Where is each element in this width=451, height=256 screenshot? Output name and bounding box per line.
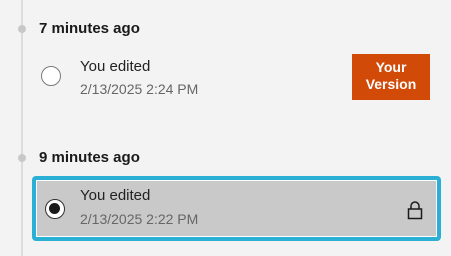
version-row-selected[interactable]: You edited 2/13/2025 2:22 PM bbox=[32, 176, 441, 241]
badge-line-1: Your bbox=[375, 59, 407, 75]
lock-icon[interactable] bbox=[405, 200, 425, 220]
timeline-dot bbox=[18, 25, 26, 33]
version-date: 2/13/2025 2:22 PM bbox=[80, 211, 199, 227]
version-radio-checked[interactable] bbox=[45, 199, 65, 219]
version-history-panel: 7 minutes ago You edited 2/13/2025 2:24 … bbox=[0, 0, 451, 256]
version-date: 2/13/2025 2:24 PM bbox=[80, 81, 199, 97]
timeline-line bbox=[21, 0, 23, 256]
your-version-badge: Your Version bbox=[352, 54, 430, 100]
version-title: You edited bbox=[80, 187, 151, 204]
group-header: 9 minutes ago bbox=[39, 149, 140, 166]
group-header: 7 minutes ago bbox=[39, 20, 140, 37]
badge-line-2: Version bbox=[365, 76, 417, 92]
timeline-dot bbox=[18, 154, 26, 162]
version-title: You edited bbox=[80, 58, 151, 75]
version-radio[interactable] bbox=[41, 66, 61, 86]
